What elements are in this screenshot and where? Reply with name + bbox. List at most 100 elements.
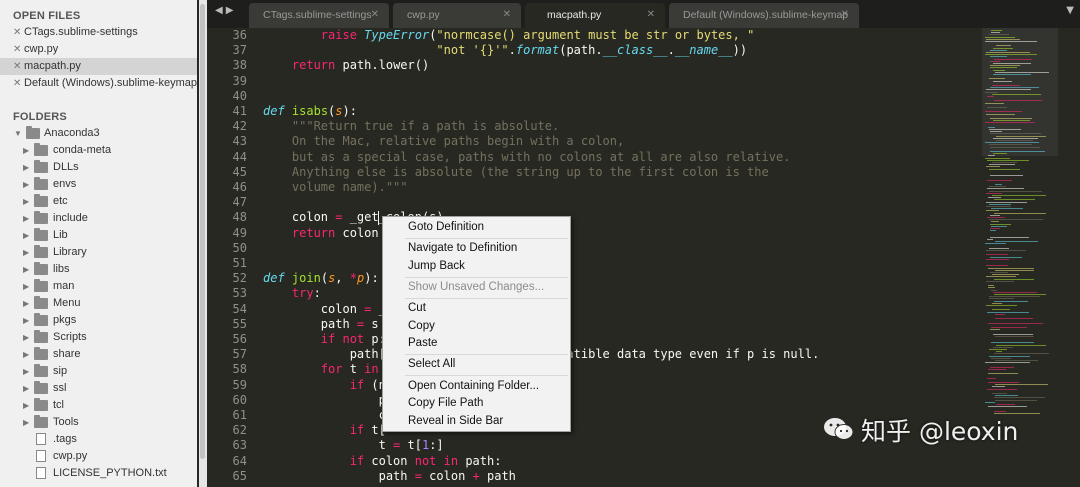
tree-folder-item[interactable]: ▶ share <box>0 346 197 363</box>
minimap-line <box>993 63 1031 64</box>
menu-item-cut[interactable]: Cut <box>384 300 569 317</box>
chevron-right-icon[interactable]: ▶ <box>23 227 31 244</box>
minimap-line <box>990 65 1020 67</box>
menu-item-open-containing-folder[interactable]: Open Containing Folder... <box>384 378 569 395</box>
folder-icon <box>34 262 48 275</box>
tree-file-item[interactable]: .tags <box>0 431 197 448</box>
minimap-line <box>988 126 995 128</box>
minimap-line <box>990 49 1007 51</box>
tab-nav-arrows-icon[interactable]: ◀▶ <box>215 5 236 16</box>
chevron-right-icon[interactable]: ▶ <box>23 210 31 227</box>
line-number: 44 <box>232 149 247 164</box>
tree-folder-item[interactable]: ▶ Menu <box>0 295 197 312</box>
open-file-item[interactable]: ✕ Default (Windows).sublime-keymap <box>0 75 197 92</box>
open-file-item[interactable]: ✕ CTags.sublime-settings <box>0 24 197 41</box>
minimap-line <box>995 360 1038 361</box>
tab-menu-icon[interactable]: ▼ <box>1066 5 1074 16</box>
close-icon[interactable]: ✕ <box>13 24 24 41</box>
menu-item-jump-back[interactable]: Jump Back <box>384 258 569 275</box>
menu-item-reveal-in-side-bar[interactable]: Reveal in Side Bar <box>384 413 569 430</box>
chevron-right-icon[interactable]: ▶ <box>23 363 31 380</box>
tab-ctags-settings[interactable]: CTags.sublime-settings ✕ <box>249 3 389 28</box>
line-number-gutter: 36 37 38 39 40 41 42 43 44 45 46 47 48 49 50 51 52 53 54 55… <box>207 28 247 487</box>
chevron-right-icon[interactable]: ▶ <box>23 193 31 210</box>
code-line: c <box>263 408 386 422</box>
chevron-right-icon[interactable]: ▶ <box>23 278 31 295</box>
chevron-right-icon[interactable]: ▶ <box>23 261 31 278</box>
chevron-right-icon[interactable]: ▶ <box>23 397 31 414</box>
folder-icon <box>34 313 48 326</box>
chevron-right-icon[interactable]: ▶ <box>23 295 31 312</box>
menu-item-copy[interactable]: Copy <box>384 318 569 335</box>
line-number: 38 <box>232 58 247 73</box>
tree-folder-item[interactable]: ▶ envs <box>0 176 197 193</box>
sidebar-scrollbar-thumb[interactable] <box>200 4 205 459</box>
chevron-right-icon[interactable]: ▶ <box>23 142 31 159</box>
tree-folder-item[interactable]: ▶ Library <box>0 244 197 261</box>
close-icon[interactable]: ✕ <box>503 3 511 27</box>
tab-keymap[interactable]: Default (Windows).sublime-keymap ✕ <box>669 3 859 28</box>
tab-macpath[interactable]: macpath.py ✕ <box>525 3 665 28</box>
tree-folder-item[interactable]: ▶ Tools <box>0 414 197 431</box>
tree-folder-item[interactable]: ▶ Lib <box>0 227 197 244</box>
minimap-line <box>993 333 1033 335</box>
minimap-line <box>991 221 999 223</box>
tree-root-folder[interactable]: ▼ Anaconda3 <box>0 125 197 142</box>
tree-folder-item[interactable]: ▶ conda-meta <box>0 142 197 159</box>
chevron-right-icon[interactable]: ▶ <box>23 244 31 261</box>
sidebar-scrollbar[interactable] <box>199 0 207 487</box>
minimap-line <box>996 140 1033 141</box>
minimap-line <box>988 267 1034 269</box>
chevron-right-icon[interactable]: ▶ <box>23 380 31 397</box>
close-icon[interactable]: ✕ <box>647 3 655 27</box>
code-line: def isabs(s): <box>263 104 357 118</box>
chevron-down-icon[interactable]: ▼ <box>14 125 22 142</box>
tree-folder-item[interactable]: ▶ Scripts <box>0 329 197 346</box>
tree-folder-item[interactable]: ▶ DLLs <box>0 159 197 176</box>
line-number: 41 <box>232 104 247 118</box>
code-line: On the Mac, relative paths begin with a … <box>263 134 625 149</box>
line-number: 40 <box>232 88 247 103</box>
chevron-right-icon[interactable]: ▶ <box>23 176 31 193</box>
file-icon <box>36 450 46 462</box>
tree-folder-item[interactable]: ▶ ssl <box>0 380 197 397</box>
tab-cwp[interactable]: cwp.py ✕ <box>393 3 521 28</box>
tree-file-item[interactable]: LICENSE_PYTHON.txt <box>0 465 197 482</box>
menu-item-paste[interactable]: Paste <box>384 335 569 352</box>
tree-folder-item[interactable]: ▶ libs <box>0 261 197 278</box>
open-file-label: macpath.py <box>24 60 81 72</box>
open-file-item[interactable]: ✕ cwp.py <box>0 41 197 58</box>
menu-item-copy-file-path[interactable]: Copy File Path <box>384 395 569 412</box>
chevron-right-icon[interactable]: ▶ <box>23 312 31 329</box>
close-icon[interactable]: ✕ <box>13 41 24 58</box>
tree-folder-item[interactable]: ▶ sip <box>0 363 197 380</box>
chevron-right-icon[interactable]: ▶ <box>23 346 31 363</box>
close-icon[interactable]: ✕ <box>841 3 849 27</box>
minimap-line <box>991 357 1011 359</box>
menu-item-goto-definition[interactable]: Goto Definition <box>384 219 569 236</box>
minimap-line <box>986 201 1027 203</box>
chevron-right-icon[interactable]: ▶ <box>23 414 31 431</box>
tree-file-item[interactable]: cwp.py <box>0 448 197 465</box>
tree-folder-item[interactable]: ▶ include <box>0 210 197 227</box>
close-icon[interactable]: ✕ <box>13 58 24 75</box>
minimap-line <box>988 197 1001 199</box>
open-files-list: ✕ CTags.sublime-settings ✕ cwp.py ✕ macpath… <box>0 24 197 92</box>
chevron-right-icon[interactable]: ▶ <box>23 329 31 346</box>
minimap-line <box>986 250 1026 251</box>
minimap-line <box>989 34 1009 36</box>
menu-item-select-all[interactable]: Select All <box>384 356 569 373</box>
line-number: 59 <box>232 377 247 392</box>
tree-item-label: sip <box>53 365 68 377</box>
open-file-item-active[interactable]: ✕ macpath.py <box>0 58 197 75</box>
tree-folder-item[interactable]: ▶ man <box>0 278 197 295</box>
menu-item-navigate-to-definition[interactable]: Navigate to Definition <box>384 240 569 257</box>
tree-folder-item[interactable]: ▶ etc <box>0 193 197 210</box>
close-icon[interactable]: ✕ <box>13 75 24 92</box>
tree-folder-item[interactable]: ▶ pkgs <box>0 312 197 329</box>
minimap-line <box>987 377 996 379</box>
tree-folder-item[interactable]: ▶ tcl <box>0 397 197 414</box>
line-number: 54 <box>232 301 247 316</box>
close-icon[interactable]: ✕ <box>371 3 379 27</box>
chevron-right-icon[interactable]: ▶ <box>23 159 31 176</box>
